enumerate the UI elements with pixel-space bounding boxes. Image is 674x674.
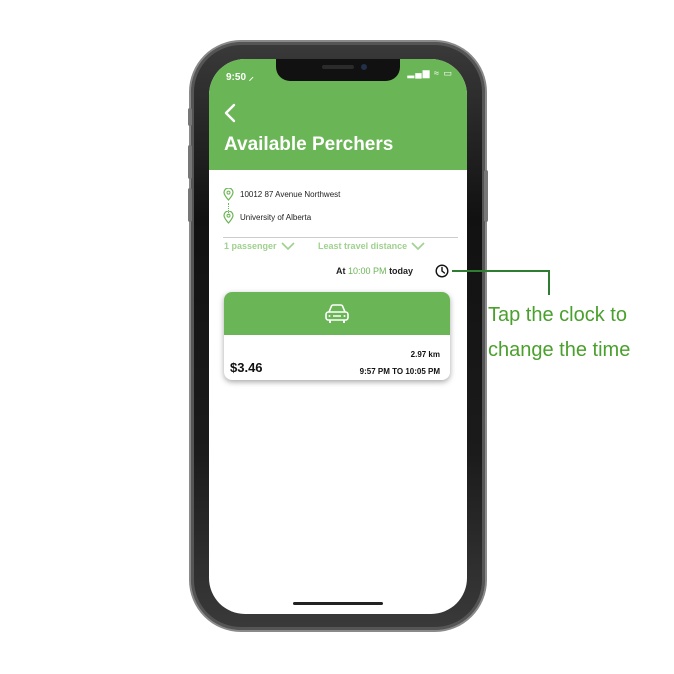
home-indicator[interactable] <box>293 602 383 605</box>
origin-row[interactable]: 10012 87 Avenue Northwest <box>223 187 340 201</box>
departure-prefix: At <box>336 266 346 276</box>
volume-down-button <box>188 188 192 222</box>
phone-screen: 9:50 ⸝ ▂▄▆ ≈ ▭ Available Perchers 10012 … <box>209 59 467 614</box>
callout-connector-vertical <box>548 270 550 295</box>
sort-filter-label: Least travel distance <box>318 241 408 251</box>
ride-price: $3.46 <box>230 360 263 375</box>
ride-card[interactable]: $3.46 2.97 km 9:57 PM TO 10:05 PM <box>224 292 450 380</box>
chevron-down-icon <box>280 242 295 250</box>
location-pin-icon <box>223 187 234 201</box>
front-camera <box>361 64 367 70</box>
speaker-grille <box>322 65 354 69</box>
ride-times: 9:57 PM TO 10:05 PM <box>359 367 440 376</box>
sort-filter[interactable]: Least travel distance <box>318 241 425 251</box>
departure-day: today <box>389 266 414 276</box>
filter-bar: 1 passenger Least travel distance <box>224 241 425 251</box>
departure-time-label: At 10:00 PM today <box>336 266 413 276</box>
page-title: Available Perchers <box>224 134 394 155</box>
status-icons: ▂▄▆ ≈ ▭ <box>407 68 453 78</box>
chevron-down-icon <box>411 242 425 250</box>
destination-address: University of Alberta <box>240 212 312 222</box>
back-arrow-icon[interactable] <box>223 103 237 123</box>
status-time: 9:50 ⸝ <box>226 72 254 83</box>
divider <box>223 237 458 238</box>
ride-card-header <box>224 292 450 335</box>
volume-up-button <box>188 145 192 179</box>
callout-connector <box>452 270 550 272</box>
clock-icon[interactable] <box>435 264 449 278</box>
car-icon <box>325 304 349 323</box>
route-summary: 10012 87 Avenue Northwest University of … <box>223 187 340 224</box>
callout-line-1: Tap the clock to <box>488 304 627 326</box>
route-connector <box>228 203 230 215</box>
ride-distance: 2.97 km <box>410 350 440 359</box>
departure-time: 10:00 PM <box>348 266 387 276</box>
side-button <box>484 170 488 222</box>
passenger-filter-label: 1 passenger <box>224 241 277 251</box>
callout-text: Tap the clock to change the time <box>488 298 630 368</box>
origin-address: 10012 87 Avenue Northwest <box>240 189 341 199</box>
notch <box>276 59 400 81</box>
destination-row[interactable]: University of Alberta <box>223 210 340 224</box>
callout-line-2: change the time <box>488 339 631 361</box>
mute-switch <box>188 108 192 126</box>
passenger-filter[interactable]: 1 passenger <box>224 241 295 251</box>
